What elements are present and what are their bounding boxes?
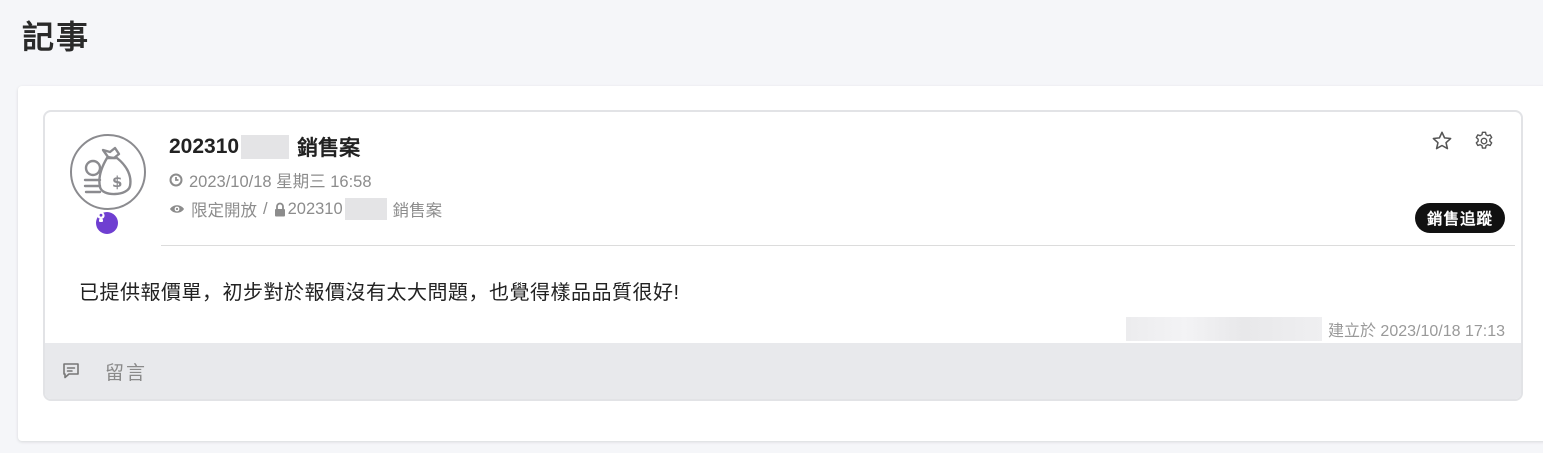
- related-record-prefix[interactable]: 202310: [288, 200, 343, 219]
- note-title-prefix: 202310: [169, 135, 240, 158]
- redacted-text: [344, 198, 387, 220]
- divider: [161, 245, 1515, 246]
- note-datetime: 2023/10/18 星期三 16:58: [189, 173, 372, 191]
- related-record-suffix[interactable]: 銷售案: [393, 197, 443, 221]
- avatar-badge: [94, 210, 120, 236]
- note-content: 已提供報價單，初步對於報價沒有太大問題，也覺得樣品品質很好!: [79, 282, 680, 304]
- note-visibility-row: 限定開放 / 202310 銷售案: [169, 197, 442, 221]
- note-card: $ 202310 銷售案 2023/10/18 星期三 16:58 限定開放 /…: [43, 110, 1523, 401]
- visibility-label[interactable]: 限定開放: [191, 197, 257, 221]
- note-title[interactable]: 202310 銷售案: [169, 132, 360, 162]
- svg-text:$: $: [112, 173, 122, 191]
- gear-icon[interactable]: [1473, 130, 1495, 157]
- redacted-author: [1125, 317, 1322, 341]
- avatar[interactable]: $: [70, 134, 146, 236]
- lock-icon: [274, 202, 286, 217]
- comment-bar[interactable]: 留言: [45, 343, 1521, 399]
- redacted-text: [241, 135, 290, 159]
- comment-button[interactable]: 留言: [105, 358, 147, 385]
- eye-icon: [169, 203, 185, 215]
- note-datetime-row: 2023/10/18 星期三 16:58: [169, 168, 372, 192]
- page-title: 記事: [22, 18, 91, 56]
- star-icon[interactable]: [1431, 130, 1453, 157]
- category-tag[interactable]: 銷售追蹤: [1414, 203, 1505, 233]
- note-created-info: 建立於 2023/10/18 17:13: [1125, 317, 1505, 341]
- note-actions: [1431, 130, 1495, 157]
- clock-icon: [169, 173, 183, 187]
- created-timestamp: 建立於 2023/10/18 17:13: [1327, 323, 1505, 340]
- note-title-suffix: 銷售案: [297, 137, 361, 160]
- separator: /: [263, 199, 268, 218]
- comment-icon[interactable]: [61, 361, 81, 381]
